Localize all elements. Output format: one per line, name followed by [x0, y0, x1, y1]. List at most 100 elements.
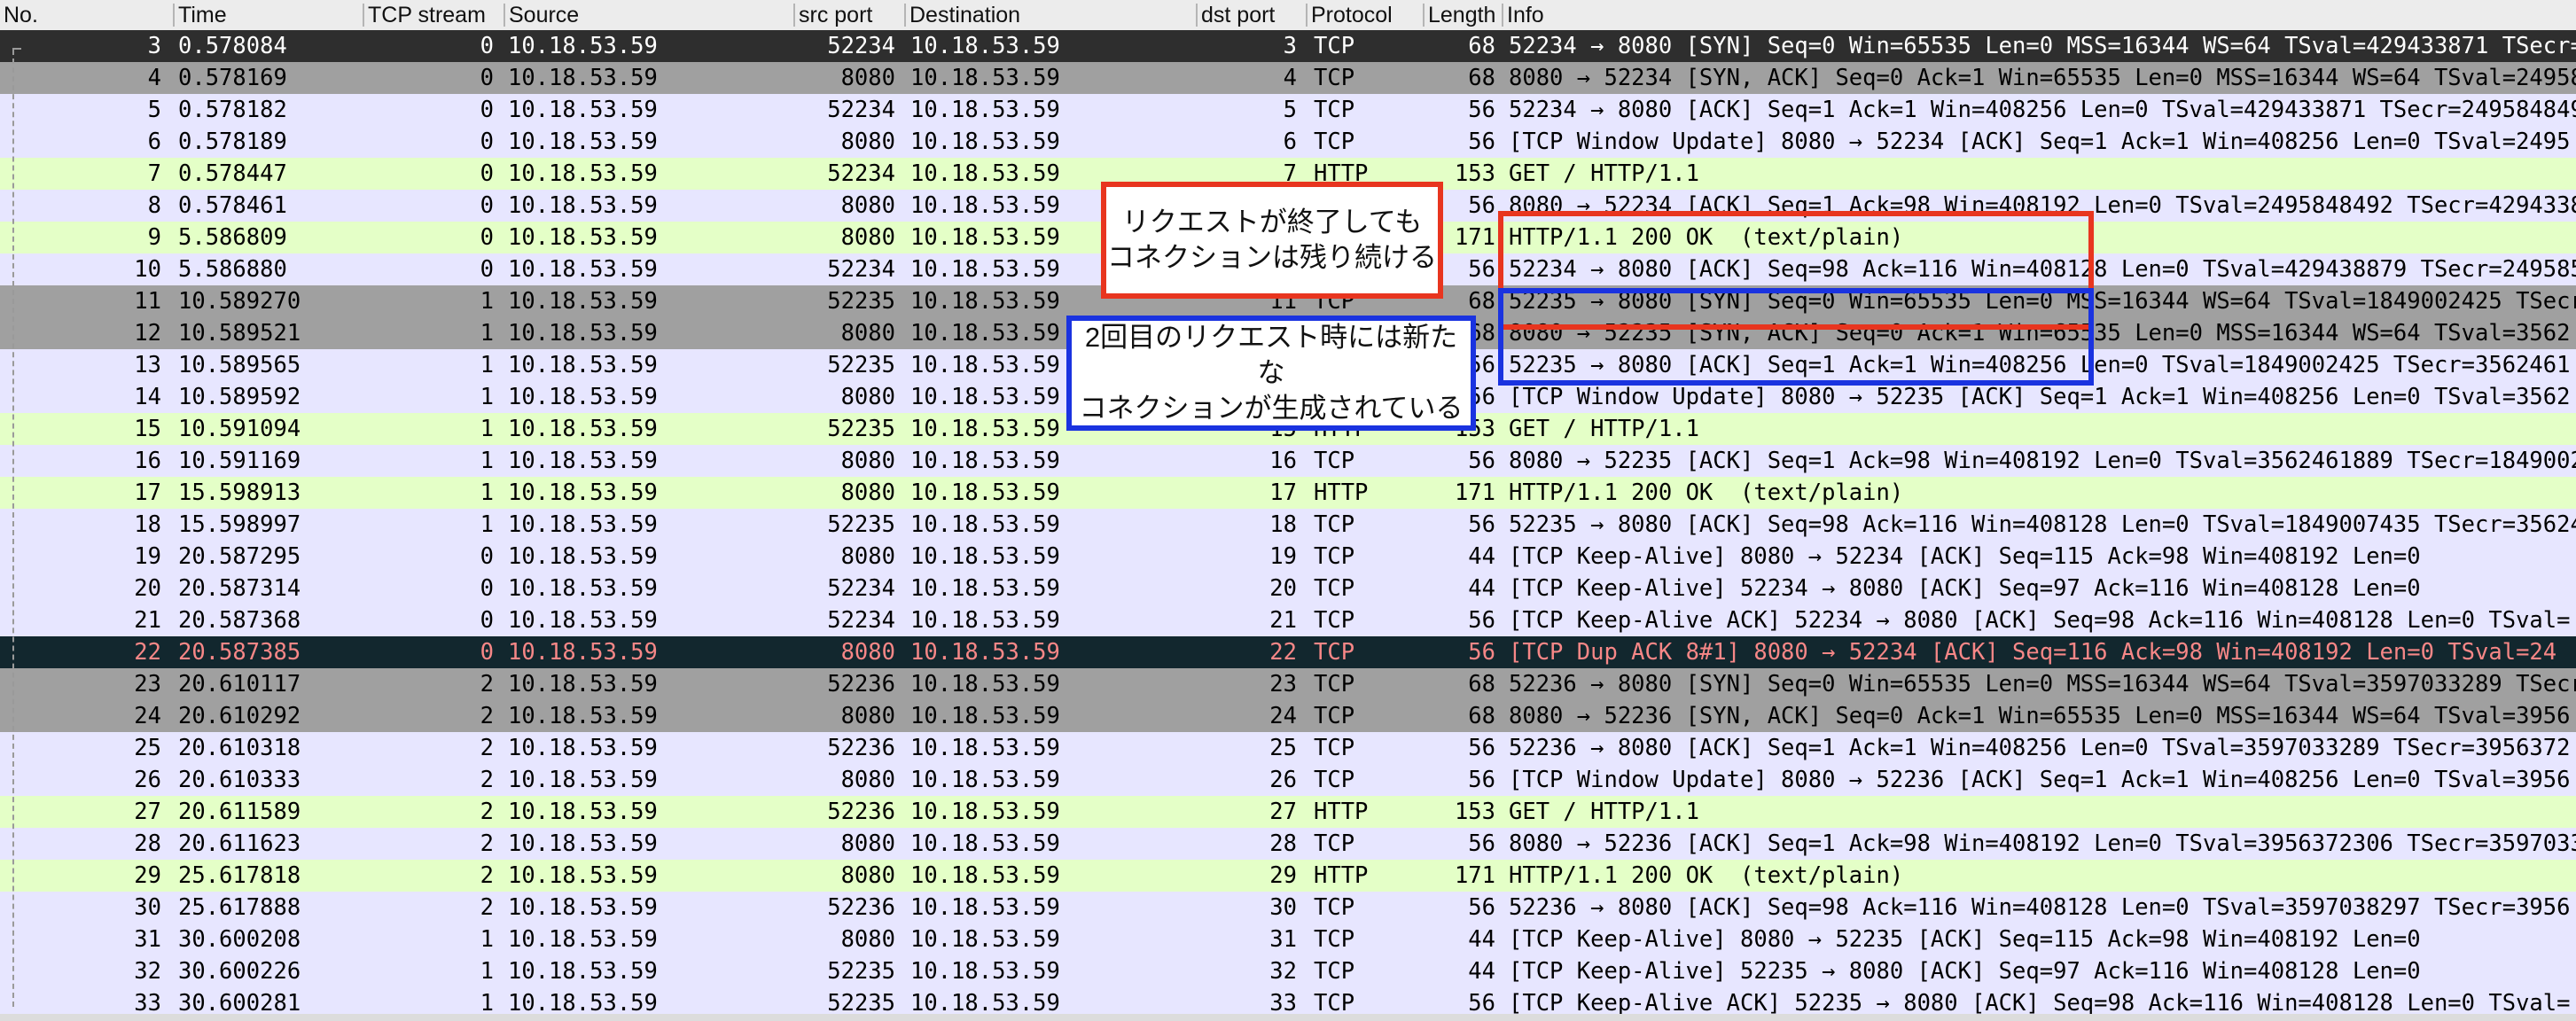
cell-info: [TCP Window Update] 8080 → 52234 [ACK] S…: [1509, 129, 2571, 155]
cell-len: 56: [1468, 894, 1495, 921]
column-info[interactable]: Info: [1503, 0, 2576, 30]
cell-sport: 8080: [840, 448, 895, 474]
cell-dport: 4: [1283, 65, 1297, 91]
cell-dst: 10.18.53.59: [910, 511, 1060, 538]
cell-dport: 20: [1269, 575, 1297, 602]
cell-time: 0.578447: [178, 160, 287, 187]
cell-stream: 2: [480, 830, 494, 857]
packet-row[interactable]: 30 25.617888 2 10.18.53.59 52236 10.18.53.59 3…: [0, 892, 2576, 924]
cell-no: 24: [134, 703, 161, 729]
packet-row[interactable]: 23 20.610117 2 10.18.53.59 52236 10.18.53.59 2…: [0, 668, 2576, 700]
column-dst-port[interactable]: dst port: [1198, 0, 1306, 30]
cell-stream: 0: [480, 160, 494, 187]
cell-len: 56: [1468, 97, 1495, 123]
cell-proto: TCP: [1314, 671, 1355, 698]
cell-dport: 24: [1269, 703, 1297, 729]
packet-row[interactable]: 19 20.587295 0 10.18.53.59 8080 10.18.53.59 19…: [0, 541, 2576, 573]
cell-src: 10.18.53.59: [508, 862, 658, 889]
packet-row[interactable]: 22 20.587385 0 10.18.53.59 8080 10.18.53.59 22…: [0, 636, 2576, 668]
packet-row[interactable]: 3 0.578084 0 10.18.53.59 52234 10.18.53.59 3 TC…: [0, 30, 2576, 62]
cell-time: 20.611589: [178, 799, 301, 825]
cell-sport: 8080: [840, 543, 895, 570]
cell-time: 20.587368: [178, 607, 301, 634]
cell-info: 8080 → 52235 [ACK] Seq=1 Ack=98 Win=4081…: [1509, 448, 2576, 474]
cell-proto: HTTP: [1314, 862, 1369, 889]
cell-len: 68: [1468, 671, 1495, 698]
packet-row[interactable]: 16 10.591169 1 10.18.53.59 8080 10.18.53.59 16…: [0, 445, 2576, 477]
packet-row[interactable]: 29 25.617818 2 10.18.53.59 8080 10.18.53.59 29…: [0, 860, 2576, 892]
cell-dst: 10.18.53.59: [910, 607, 1060, 634]
packet-row[interactable]: 26 20.610333 2 10.18.53.59 8080 10.18.53.59 26…: [0, 764, 2576, 796]
cell-stream: 0: [480, 575, 494, 602]
cell-no: 25: [134, 735, 161, 761]
column-src-port[interactable]: src port: [795, 0, 904, 30]
packet-row[interactable]: 6 0.578189 0 10.18.53.59 8080 10.18.53.59 6 TCP…: [0, 126, 2576, 158]
cell-src: 10.18.53.59: [508, 192, 658, 219]
cell-sport: 52235: [827, 958, 895, 985]
packet-row[interactable]: 25 20.610318 2 10.18.53.59 52236 10.18.53.59 2…: [0, 732, 2576, 764]
cell-dst: 10.18.53.59: [910, 767, 1060, 793]
cell-info: GET / HTTP/1.1: [1509, 416, 1699, 442]
cell-dport: 18: [1269, 511, 1297, 538]
cell-sport: 52234: [827, 575, 895, 602]
cell-dst: 10.18.53.59: [910, 894, 1060, 921]
packet-row[interactable]: 20 20.587314 0 10.18.53.59 52234 10.18.53.59 2…: [0, 573, 2576, 604]
cell-dport: 21: [1269, 607, 1297, 634]
cell-len: 56: [1468, 830, 1495, 857]
packet-row[interactable]: 5 0.578182 0 10.18.53.59 52234 10.18.53.59 5 TC…: [0, 94, 2576, 126]
packet-list: No. Time TCP stream Source src port Dest…: [0, 0, 2576, 1021]
cell-proto: TCP: [1314, 97, 1355, 123]
cell-info: GET / HTTP/1.1: [1509, 160, 1699, 187]
packet-row[interactable]: 17 15.598913 1 10.18.53.59 8080 10.18.53.59 17…: [0, 477, 2576, 509]
cell-sport: 8080: [840, 639, 895, 666]
cell-no: 31: [134, 926, 161, 953]
column-time[interactable]: Time: [175, 0, 363, 30]
packet-row[interactable]: 28 20.611623 2 10.18.53.59 8080 10.18.53.59 28…: [0, 828, 2576, 860]
cell-no: 26: [134, 767, 161, 793]
cell-dst: 10.18.53.59: [910, 543, 1060, 570]
cell-stream: 2: [480, 862, 494, 889]
column-destination[interactable]: Destination: [906, 0, 1196, 30]
cell-dport: 30: [1269, 894, 1297, 921]
packet-row[interactable]: 31 30.600208 1 10.18.53.59 8080 10.18.53.59 31…: [0, 924, 2576, 955]
cell-info: 8080 → 52234 [SYN, ACK] Seq=0 Ack=1 Win=…: [1509, 65, 2576, 91]
cell-sport: 8080: [840, 862, 895, 889]
cell-proto: TCP: [1314, 448, 1355, 474]
cell-time: 10.589521: [178, 320, 301, 347]
column-length[interactable]: Length: [1425, 0, 1502, 30]
packet-row[interactable]: 24 20.610292 2 10.18.53.59 8080 10.18.53.59 24…: [0, 700, 2576, 732]
cell-dst: 10.18.53.59: [910, 33, 1060, 59]
cell-dport: 23: [1269, 671, 1297, 698]
cell-no: 3: [147, 33, 161, 59]
cell-no: 29: [134, 862, 161, 889]
cell-time: 10.589565: [178, 352, 301, 378]
packet-row[interactable]: 27 20.611589 2 10.18.53.59 52236 10.18.53.59 2…: [0, 796, 2576, 828]
cell-sport: 8080: [840, 65, 895, 91]
packet-row[interactable]: 32 30.600226 1 10.18.53.59 52235 10.18.53.59 3…: [0, 955, 2576, 987]
cell-info: 52236 → 8080 [ACK] Seq=1 Ack=1 Win=40825…: [1509, 735, 2571, 761]
cell-proto: HTTP: [1314, 479, 1369, 506]
cell-len: 44: [1468, 575, 1495, 602]
column-source[interactable]: Source: [505, 0, 793, 30]
cell-len: 56: [1468, 607, 1495, 634]
cell-dst: 10.18.53.59: [910, 129, 1060, 155]
cell-time: 20.610333: [178, 767, 301, 793]
cell-info: 8080 → 52236 [SYN, ACK] Seq=0 Ack=1 Win=…: [1509, 703, 2571, 729]
packet-row[interactable]: 18 15.598997 1 10.18.53.59 52235 10.18.53.59 1…: [0, 509, 2576, 541]
cell-time: 15.598997: [178, 511, 301, 538]
cell-time: 0.578189: [178, 129, 287, 155]
cell-sport: 52234: [827, 607, 895, 634]
cell-src: 10.18.53.59: [508, 767, 658, 793]
cell-proto: TCP: [1314, 129, 1355, 155]
packet-row[interactable]: 4 0.578169 0 10.18.53.59 8080 10.18.53.59 4 TCP…: [0, 62, 2576, 94]
packet-row[interactable]: 21 20.587368 0 10.18.53.59 52234 10.18.53.59 2…: [0, 604, 2576, 636]
cell-stream: 1: [480, 352, 494, 378]
column-tcp-stream[interactable]: TCP stream: [364, 0, 503, 30]
cell-time: 20.610292: [178, 703, 301, 729]
cell-time: 0.578461: [178, 192, 287, 219]
cell-src: 10.18.53.59: [508, 575, 658, 602]
horizontal-scrollbar[interactable]: [0, 1014, 2576, 1021]
column-protocol[interactable]: Protocol: [1308, 0, 1423, 30]
cell-dst: 10.18.53.59: [910, 639, 1060, 666]
column-no[interactable]: No.: [0, 0, 173, 30]
